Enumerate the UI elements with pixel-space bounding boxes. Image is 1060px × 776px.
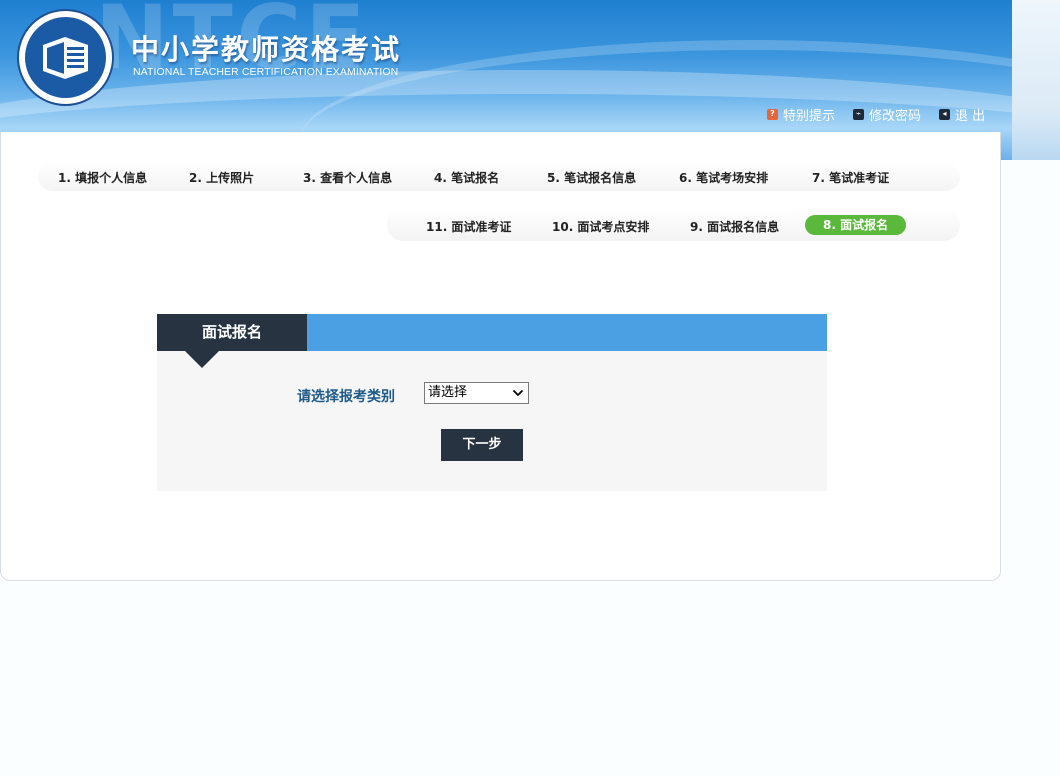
site-subtitle: NATIONAL TEACHER CERTIFICATION EXAMINATI… [133, 66, 399, 78]
step-1-personal-info[interactable]: 1. 填报个人信息 [58, 169, 147, 186]
form-tab-title: 面试报名 [157, 314, 307, 351]
book-icon [43, 37, 88, 79]
exam-category-select[interactable]: 请选择 [424, 382, 529, 404]
step-11-interview-admission-ticket[interactable]: 11. 面试准考证 [426, 218, 511, 235]
logout-label: 退 出 [955, 108, 986, 124]
select-value: 请选择 [428, 385, 468, 400]
chevron-down-icon [512, 389, 524, 397]
logout-link[interactable]: ◂ 退 出 [939, 106, 986, 124]
step-9-interview-register-info[interactable]: 9. 面试报名信息 [690, 218, 779, 235]
step-10-interview-site[interactable]: 10. 面试考点安排 [552, 218, 649, 235]
step-3-view-info[interactable]: 3. 查看个人信息 [303, 169, 392, 186]
step-2-upload-photo[interactable]: 2. 上传照片 [189, 169, 254, 186]
step-8-interview-register[interactable]: 8. 面试报名 [805, 215, 907, 235]
header-right-edge [1012, 0, 1060, 160]
special-notice-label: 特别提示 [783, 108, 836, 124]
step-6-written-exam-room[interactable]: 6. 笔试考场安排 [679, 169, 768, 186]
step-7-written-admission-ticket[interactable]: 7. 笔试准考证 [812, 169, 889, 186]
form-tab-pointer [185, 351, 219, 368]
logout-icon: ◂ [939, 108, 951, 120]
logo-ring [25, 17, 106, 98]
alert-icon: ? [767, 108, 778, 120]
interview-register-form: 面试报名 请选择报考类别 请选择 下一步 [157, 314, 827, 491]
step-5-written-register-info[interactable]: 5. 笔试报名信息 [547, 169, 636, 186]
top-links: ? 特别提示 ⌁ 修改密码 ◂ 退 出 [767, 106, 1003, 124]
ntce-logo [17, 9, 114, 106]
site-title: 中小学教师资格考试 [131, 33, 402, 66]
special-notice-link[interactable]: ? 特别提示 [767, 106, 836, 124]
next-step-button[interactable]: 下一步 [441, 429, 523, 461]
exam-category-label: 请选择报考类别 [297, 389, 395, 405]
step-4-written-register[interactable]: 4. 笔试报名 [434, 169, 499, 186]
change-password-link[interactable]: ⌁ 修改密码 [853, 106, 922, 124]
change-password-label: 修改密码 [869, 108, 922, 124]
key-icon: ⌁ [853, 108, 865, 120]
